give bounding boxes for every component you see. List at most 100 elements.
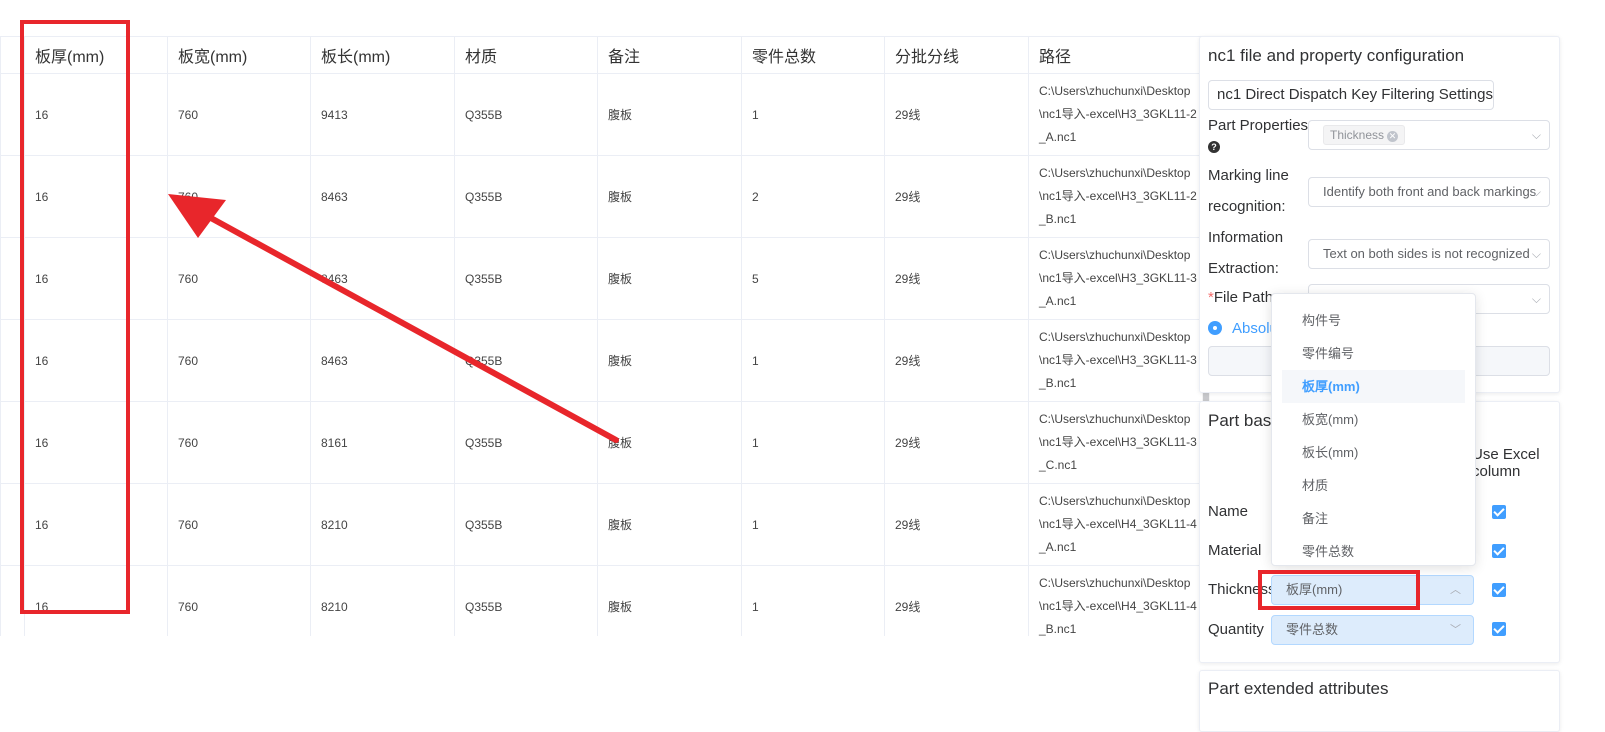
header-remark[interactable]: 备注 [597,36,742,74]
thickness-use-excel-checkbox[interactable] [1492,583,1506,597]
chevron-down-icon: ⌵ [1531,292,1541,306]
cell-path: C:\Users\zhuchunxi\Desktop\nc1导入-excel\H… [1028,483,1202,566]
cell-remark: 腹板 [597,237,742,320]
header-quantity[interactable]: 零件总数 [741,36,885,74]
part-extended-title: Part extended attributes [1208,679,1389,698]
name-label: Name [1208,503,1249,520]
dropdown-option-selected[interactable]: 板厚(mm) [1282,370,1465,403]
table-row[interactable]: 16 760 8463 Q355B 腹板 1 29线 C:\Users\zhuchunxi\D… [0,319,1202,402]
header-batch[interactable]: 分批分线 [884,36,1029,74]
cell-path: C:\Users\zhuchunxi\Desktop\nc1导入-excel\H… [1028,401,1202,484]
cell-material: Q355B [454,401,598,484]
cell-length: 9413 [310,73,455,156]
header-width[interactable]: 板宽(mm) [167,36,311,74]
cell-batch: 29线 [884,401,1029,484]
table-row[interactable]: 16 760 8210 Q355B 腹板 1 29线 C:\Users\zhuchunxi\D… [0,483,1202,566]
info-extraction-label-2: Extraction: [1208,260,1279,277]
column-dropdown-menu: 构件号 零件编号 板厚(mm) 板宽(mm) 板长(mm) 材质 备注 零件总数 [1271,293,1476,566]
table-row[interactable]: 16 760 9413 Q355B 腹板 1 29线 C:\Users\zhuchunxi\D… [0,73,1202,156]
cell-material: Q355B [454,319,598,402]
annotation-thickness-column-box [20,20,130,614]
cell-batch: 29线 [884,319,1029,402]
cell-width: 760 [167,483,311,566]
chevron-down-icon: ⌵ [1531,128,1541,142]
file-path-label: *File Path [1208,282,1273,314]
marking-line-label-1: Marking line [1208,167,1289,184]
chevron-down-icon: ⌵ [1531,185,1541,199]
dropdown-option[interactable]: 构件号 [1272,304,1475,337]
name-use-excel-checkbox[interactable] [1492,505,1506,519]
quantity-column-value: 零件总数 [1286,622,1339,637]
cell-quantity: 1 [741,73,885,156]
table-header-row: 板厚(mm) 板宽(mm) 板长(mm) 材质 备注 零件总数 分批分线 路径 [0,36,1202,74]
marking-line-value: Identify both front and back markings [1323,184,1537,199]
cell-quantity: 1 [741,401,885,484]
dropdown-option[interactable]: 材质 [1272,469,1475,502]
cell-remark: 腹板 [597,73,742,156]
cell-batch: 29线 [884,73,1029,156]
cell-length: 8210 [310,565,455,636]
dropdown-option[interactable]: 零件编号 [1272,337,1475,370]
material-label: Material [1208,542,1262,559]
cell-material: Q355B [454,483,598,566]
parts-table-area: 板厚(mm) 板宽(mm) 板长(mm) 材质 备注 零件总数 分批分线 路径 … [0,36,1202,636]
table-row[interactable]: 16 760 8161 Q355B 腹板 1 29线 C:\Users\zhuchunxi\D… [0,401,1202,484]
radio-dot-icon [1208,321,1222,335]
material-use-excel-checkbox[interactable] [1492,544,1506,558]
quantity-use-excel-checkbox[interactable] [1492,622,1506,636]
file-path-label-text: File Path [1213,289,1274,306]
dropdown-option[interactable]: 板宽(mm) [1272,403,1475,436]
cell-path: C:\Users\zhuchunxi\Desktop\nc1导入-excel\H… [1028,237,1202,320]
table-row[interactable]: 16 760 8463 Q355B 腹板 2 29线 C:\Users\zhuchunxi\D… [0,155,1202,238]
info-extraction-label: Information Extraction: [1208,222,1283,284]
dropdown-option[interactable]: 板长(mm) [1272,436,1475,469]
cell-material: Q355B [454,237,598,320]
thickness-tag: Thickness ✕ [1323,125,1406,145]
cell-length: 8161 [310,401,455,484]
cell-length: 8210 [310,483,455,566]
dropdown-option[interactable]: 备注 [1272,502,1475,535]
cell-path: C:\Users\zhuchunxi\Desktop\nc1导入-excel\H… [1028,319,1202,402]
quantity-label: Quantity [1208,621,1264,638]
cell-remark: 腹板 [597,319,742,402]
dispatch-key-filter-button[interactable]: nc1 Direct Dispatch Key Filtering Settin… [1208,80,1494,110]
header-length[interactable]: 板长(mm) [310,36,455,74]
table-row[interactable]: 16 760 8210 Q355B 腹板 1 29线 C:\Users\zhuchunxi\D… [0,565,1202,636]
marking-line-label: Marking line recognition: [1208,160,1289,222]
cell-quantity: 1 [741,319,885,402]
thickness-tag-label: Thickness [1330,128,1385,142]
nc1-config-title: nc1 file and property configuration [1208,46,1465,65]
cell-length: 8463 [310,155,455,238]
cell-remark: 腹板 [597,483,742,566]
cell-quantity: 2 [741,155,885,238]
quantity-column-select[interactable]: 零件总数 ﹀ [1271,615,1474,645]
help-icon[interactable]: ? [1208,141,1220,153]
dropdown-option[interactable]: 零件总数 [1272,535,1475,565]
header-material[interactable]: 材质 [454,36,598,74]
table-row[interactable]: 16 760 8463 Q355B 腹板 5 29线 C:\Users\zhuchunxi\D… [0,237,1202,320]
cell-batch: 29线 [884,483,1029,566]
tag-close-icon[interactable]: ✕ [1387,131,1399,142]
cell-quantity: 5 [741,237,885,320]
cell-width: 760 [167,73,311,156]
use-excel-header-2: column [1472,463,1521,480]
cell-quantity: 1 [741,565,885,636]
info-extraction-select[interactable]: Text on both sides is not recognized ⌵ [1308,239,1550,269]
cell-path: C:\Users\zhuchunxi\Desktop\nc1导入-excel\H… [1028,155,1202,238]
cell-remark: 腹板 [597,155,742,238]
cell-batch: 29线 [884,155,1029,238]
marking-line-select[interactable]: Identify both front and back markings ⌵ [1308,177,1550,207]
cell-length: 8463 [310,237,455,320]
cell-path: C:\Users\zhuchunxi\Desktop\nc1导入-excel\H… [1028,565,1202,636]
part-extended-panel: Part extended attributes [1199,670,1560,732]
cell-path: C:\Users\zhuchunxi\Desktop\nc1导入-excel\H… [1028,73,1202,156]
cell-width: 760 [167,565,311,636]
chevron-down-icon: ⌵ [1531,247,1541,261]
part-properties-label-text: Part Properties [1208,117,1309,134]
header-path[interactable]: 路径 [1028,36,1202,74]
cell-batch: 29线 [884,237,1029,320]
marking-line-label-2: recognition: [1208,198,1286,215]
use-excel-header-1: Use Excel [1472,446,1540,463]
part-properties-select[interactable]: Thickness ✕ ⌵ [1308,120,1550,150]
cell-remark: 腹板 [597,401,742,484]
